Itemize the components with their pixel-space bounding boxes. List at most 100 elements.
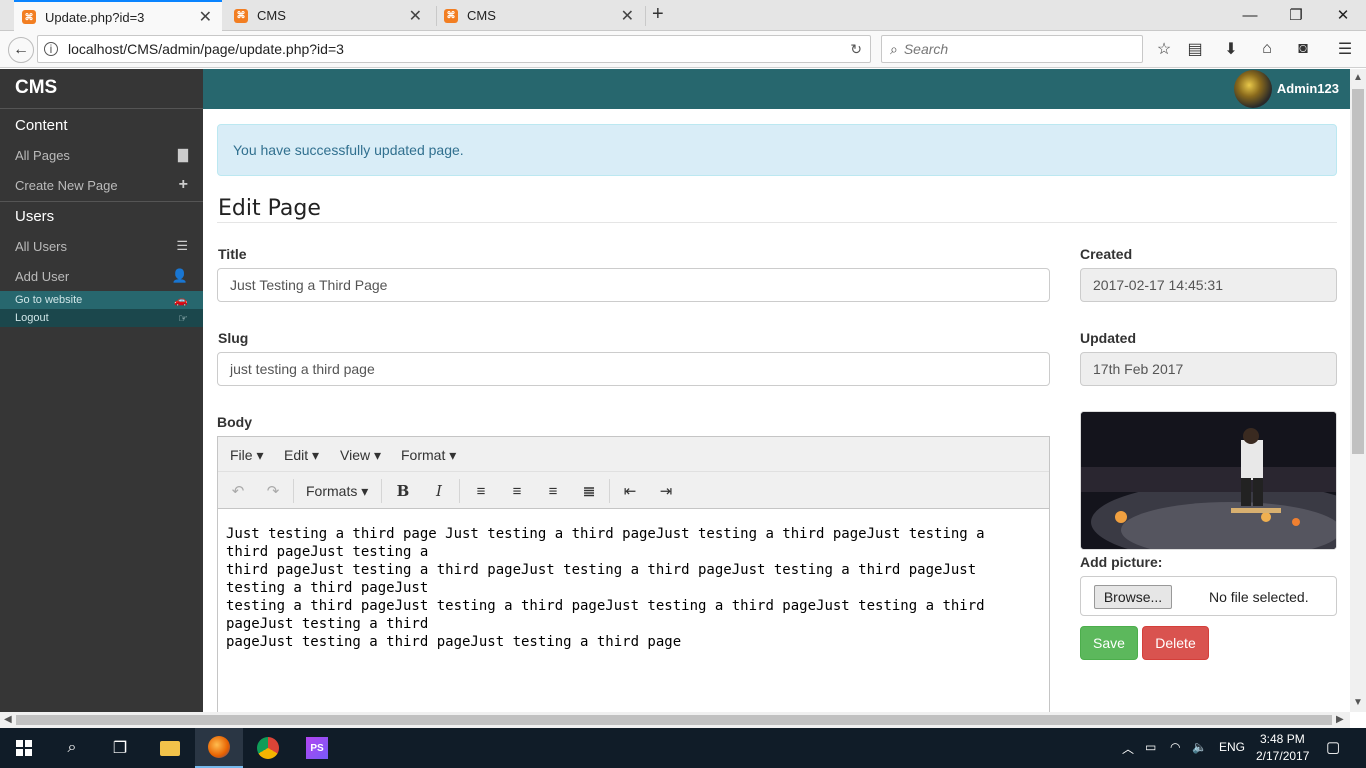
firefox-icon[interactable] [195,728,243,768]
volume-icon[interactable]: 🔈 [1192,740,1207,754]
save-button[interactable]: Save [1080,626,1138,660]
title-input[interactable]: Just Testing a Third Page [217,268,1050,302]
menu-file[interactable]: File ▾ [230,447,263,464]
page-title: Edit Page [218,196,321,221]
tab-cms-2[interactable]: ⌘ CMS ✕ [436,0,644,31]
new-tab-button[interactable]: + [652,3,664,26]
editor-toolbar: ↶ ↷ Formats ▾ B I ≡ ≡ ≡ ≣ ⇤ ⇥ [218,472,1049,509]
delete-button[interactable]: Delete [1142,626,1209,660]
formats-dropdown[interactable]: Formats ▾ [306,483,368,500]
slug-input[interactable]: just testing a third page [217,352,1050,386]
close-tab-icon[interactable]: ✕ [621,6,634,26]
updated-label: Updated [1080,330,1136,346]
show-hidden-icons-icon[interactable]: ︿ [1122,740,1134,757]
file-input[interactable]: Browse... No file selected. [1080,576,1337,616]
sidebar-link-logout[interactable]: Logout ☞ [0,309,203,327]
redo-icon[interactable]: ↷ [261,479,285,503]
bookmark-star-icon[interactable]: ☆ [1152,37,1176,61]
sidebar-item-label: All Pages [15,147,70,163]
align-right-icon[interactable]: ≡ [541,479,565,503]
skatepark-photo [1081,412,1336,549]
vertical-scrollbar[interactable]: ▲ ▼ [1350,69,1366,712]
tab-label: Update.php?id=3 [45,9,145,25]
align-left-icon[interactable]: ≡ [469,479,493,503]
menu-view[interactable]: View ▾ [340,447,381,464]
italic-icon[interactable]: I [427,479,451,503]
pocket-icon[interactable]: ◙ [1291,37,1315,61]
sidebar-item-label: Logout [15,312,49,324]
scroll-down-icon[interactable]: ▼ [1353,697,1363,708]
sidebar-item-label: Create New Page [15,177,118,193]
search-icon[interactable]: ⌕ [48,728,96,768]
scroll-up-icon[interactable]: ▲ [1353,72,1363,83]
sidebar-item-add-user[interactable]: Add User 👤 [0,261,203,291]
close-tab-icon[interactable]: ✕ [199,7,212,27]
back-button[interactable]: ← [8,37,34,63]
search-input[interactable]: ⌕ Search [881,35,1143,63]
close-window-button[interactable]: ✕ [1320,0,1366,30]
url-bar[interactable]: i localhost/CMS/admin/page/update.php?id… [37,35,871,63]
horizontal-scrollbar[interactable]: ◀ ▶ [0,712,1350,728]
username[interactable]: Admin123 [1277,81,1339,96]
task-view-icon[interactable]: ❐ [96,728,144,768]
undo-icon[interactable]: ↶ [226,479,250,503]
sidebar-header-users: Users [15,208,55,225]
sidebar-divider [0,201,203,202]
brand-logo[interactable]: CMS [15,77,57,99]
tab-cms-1[interactable]: ⌘ CMS ✕ [226,0,432,31]
browse-button[interactable]: Browse... [1094,585,1172,609]
align-center-icon[interactable]: ≡ [505,479,529,503]
sidebar-item-label: All Users [15,238,68,254]
top-header: Admin123 [203,69,1350,109]
notifications-icon[interactable]: ▢ [1326,738,1340,756]
file-explorer-icon[interactable] [146,728,194,768]
scroll-right-icon[interactable]: ▶ [1336,714,1344,725]
home-icon[interactable]: ⌂ [1255,37,1279,61]
menu-hamburger-icon[interactable]: ☰ [1333,37,1357,61]
xampp-favicon-icon: ⌘ [234,8,248,23]
outdent-icon[interactable]: ⇤ [618,479,642,503]
page-image-preview [1080,411,1337,550]
slug-label: Slug [218,330,249,346]
clock-time[interactable]: 3:48 PM [1260,732,1305,746]
scroll-thumb[interactable] [16,715,1332,725]
battery-icon[interactable]: ▭ [1145,740,1156,754]
bold-icon[interactable]: B [391,479,415,503]
indent-icon[interactable]: ⇥ [654,479,678,503]
reload-icon[interactable]: ↻ [850,41,862,58]
tab-update[interactable]: ⌘ Update.php?id=3 ✕ [14,0,222,32]
download-icon[interactable]: ⬇ [1219,37,1243,61]
sidebar-item-all-users[interactable]: All Users ☰ [0,231,203,261]
xampp-favicon-icon: ⌘ [22,10,36,24]
windows-start-icon[interactable] [0,728,48,768]
reading-list-icon[interactable]: ▤ [1183,37,1207,61]
sidebar-item-all-pages[interactable]: All Pages ▇ [0,140,203,170]
chrome-icon[interactable] [244,728,292,768]
sidebar-link-website[interactable]: Go to website 🚗 [0,291,203,309]
scroll-thumb[interactable] [1352,89,1364,454]
editor-content[interactable]: Just testing a third page Just testing a… [226,525,1026,651]
restore-button[interactable]: ❐ [1273,0,1319,30]
info-icon[interactable]: i [44,42,58,56]
plus-icon: + [178,176,188,193]
sidebar: CMS Content All Pages ▇ Create New Page … [0,69,203,712]
menu-format[interactable]: Format ▾ [401,447,456,464]
scroll-left-icon[interactable]: ◀ [4,714,12,725]
clock-date[interactable]: 2/17/2017 [1256,749,1309,763]
url-text[interactable]: localhost/CMS/admin/page/update.php?id=3 [68,41,344,57]
phpstorm-icon[interactable]: PS [293,728,341,768]
user-add-icon: 👤 [171,268,188,283]
add-picture-label: Add picture: [1080,554,1163,570]
success-alert: You have successfully updated page. [217,124,1337,176]
wifi-icon[interactable]: ◠ [1170,740,1180,754]
avatar[interactable] [1234,70,1272,108]
back-arrow-icon: ← [13,41,29,58]
menu-edit[interactable]: Edit ▾ [284,447,319,464]
align-justify-icon[interactable]: ≣ [577,479,601,503]
taskbar: ⌕ ❐ PS ︿ ▭ ◠ 🔈 ENG 3:48 PM 2/17/2017 ▢ [0,728,1366,768]
close-tab-icon[interactable]: ✕ [409,6,422,26]
language-indicator[interactable]: ENG [1219,740,1245,754]
sidebar-item-create-page[interactable]: Create New Page + [0,170,203,200]
created-label: Created [1080,246,1133,262]
minimize-button[interactable]: — [1227,0,1273,30]
